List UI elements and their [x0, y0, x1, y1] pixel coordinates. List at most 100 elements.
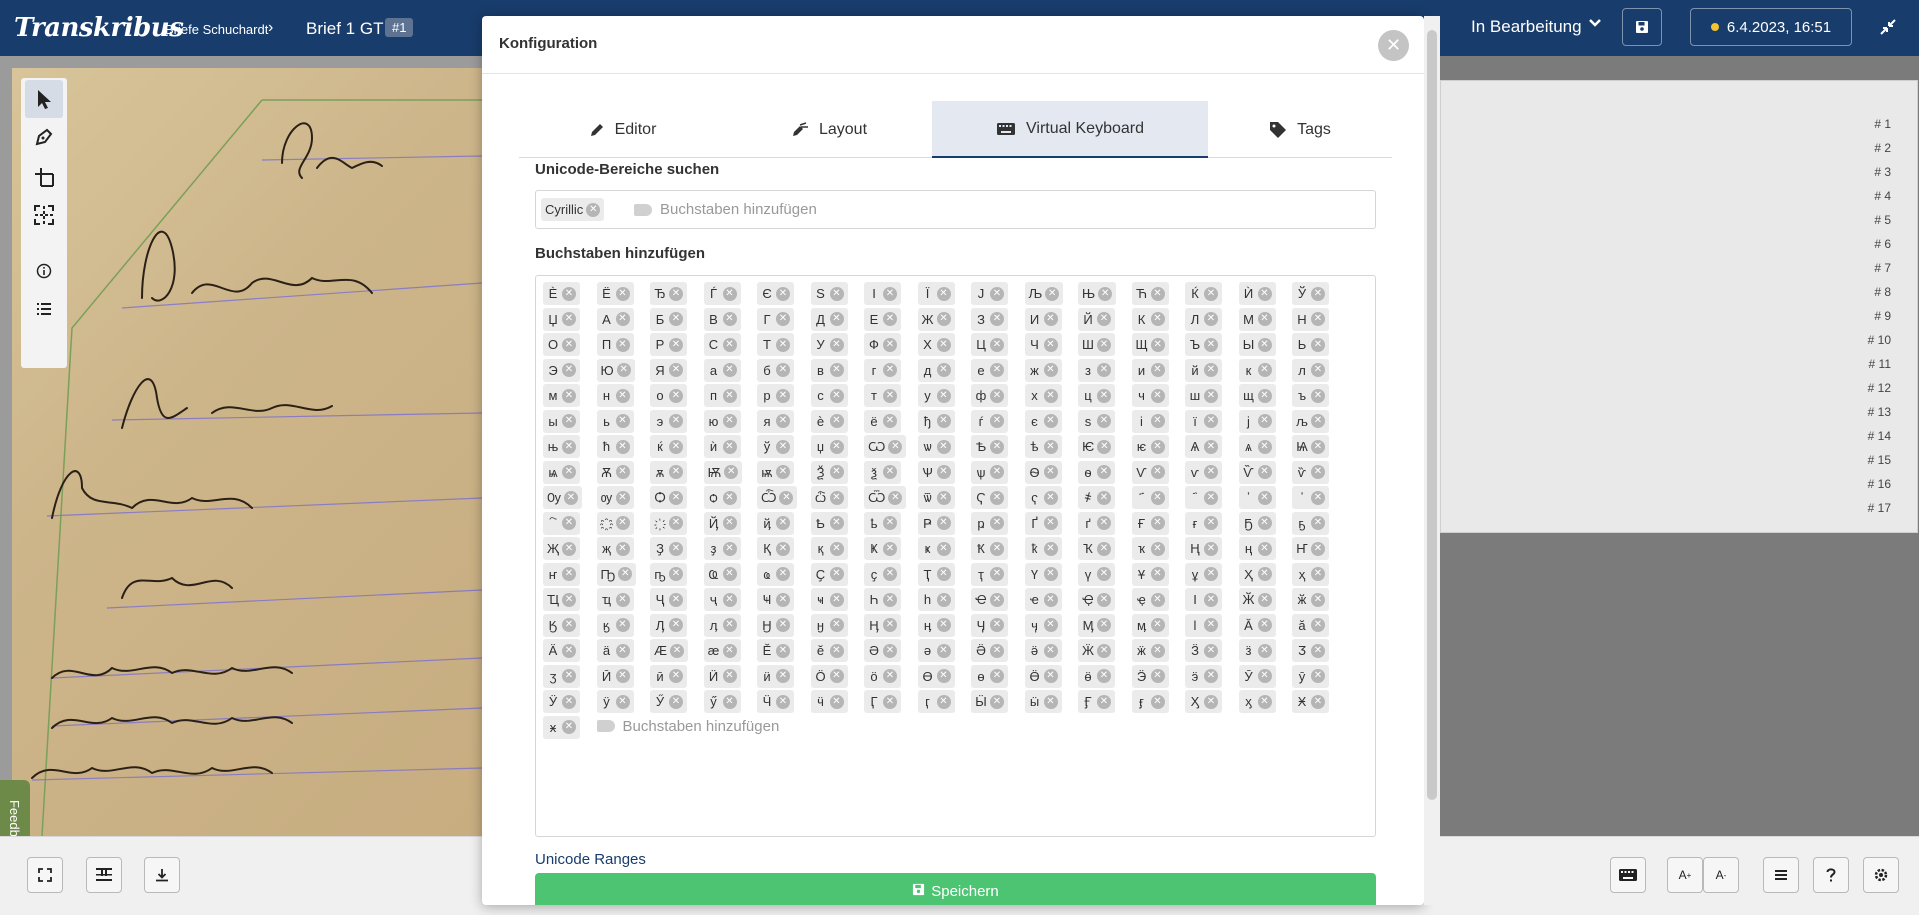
letter-chip[interactable]: ӽ ✕ — [1238, 690, 1276, 713]
chip-remove-icon[interactable]: ✕ — [990, 592, 1004, 607]
letter-chip[interactable]: п ✕ — [703, 384, 741, 407]
chip-remove-icon[interactable]: ✕ — [1311, 490, 1325, 505]
chip-remove-icon[interactable]: ✕ — [615, 541, 630, 556]
letter-chip[interactable]: ҟ ✕ — [1024, 537, 1062, 560]
letter-chip[interactable]: ҇✕ — [543, 511, 580, 535]
letter-chip[interactable]: в ✕ — [810, 358, 848, 382]
letters-chip-list[interactable]: Ѐ ✕ Ё ✕ Ђ ✕ Ѓ ✕ Є ✕ Ѕ ✕ І ✕ Ї ✕ Ј ✕ Љ ✕ Њ ✕ Ћ ✕ Ќ ✕ Ѝ ✕ Ў ✕ Џ ✕ А ✕ Б ✕ В ✕ Г ✕… — [535, 275, 1376, 837]
letter-chip[interactable]: Ӿ ✕ — [1292, 690, 1329, 713]
chip-remove-icon[interactable]: ✕ — [829, 312, 844, 326]
letter-chip[interactable]: Ӣ ✕ — [596, 664, 634, 688]
letter-chip[interactable]: ӑ ✕ — [1292, 613, 1329, 637]
letter-chip[interactable]: Ӱ ✕ — [543, 690, 580, 713]
chip-remove-icon[interactable]: ✕ — [615, 592, 630, 607]
letter-chip[interactable]: О ✕ — [543, 333, 580, 356]
chip-remove-icon[interactable]: ✕ — [829, 286, 844, 301]
letter-chip[interactable]: ў ✕ — [757, 435, 794, 458]
chip-remove-icon[interactable]: ✕ — [562, 439, 576, 454]
letter-chip[interactable]: ѳ ✕ — [1078, 460, 1115, 484]
chip-remove-icon[interactable]: ✕ — [936, 567, 951, 581]
letter-chip[interactable]: ҆✕ — [1292, 486, 1329, 509]
chip-remove-icon[interactable]: ✕ — [669, 669, 683, 683]
letter-chip[interactable]: Е ✕ — [864, 307, 901, 331]
chip-remove-icon[interactable]: ✕ — [1257, 516, 1272, 530]
chip-remove-icon[interactable]: ✕ — [829, 465, 844, 479]
chip-remove-icon[interactable]: ✕ — [829, 363, 844, 377]
chip-remove-icon[interactable]: ✕ — [1204, 439, 1218, 454]
letter-chip[interactable]: Ӓ ✕ — [543, 639, 580, 662]
chip-remove-icon[interactable]: ✕ — [776, 541, 790, 556]
letter-chip[interactable]: Ӯ ✕ — [1238, 664, 1276, 688]
letter-chip[interactable]: Б ✕ — [650, 307, 687, 331]
chip-remove-icon[interactable]: ✕ — [615, 669, 630, 683]
letter-chip[interactable]: Ѯ ✕ — [810, 460, 848, 484]
letter-chip[interactable]: Х ✕ — [917, 333, 955, 356]
split-tool-icon[interactable] — [25, 158, 63, 196]
line-number[interactable]: # 11 — [1869, 357, 1891, 371]
chip-remove-icon[interactable]: ✕ — [1257, 694, 1272, 709]
chip-remove-icon[interactable]: ✕ — [883, 643, 897, 658]
chip-remove-icon[interactable]: ✕ — [615, 490, 630, 505]
chip-remove-icon[interactable]: ✕ — [615, 516, 630, 530]
letter-chip[interactable]: ѵ ✕ — [1185, 460, 1222, 484]
chip-remove-icon[interactable]: ✕ — [990, 388, 1004, 403]
letter-chip[interactable]: ӡ ✕ — [543, 664, 580, 688]
chip-remove-icon[interactable]: ✕ — [776, 363, 790, 377]
chip-remove-icon[interactable]: ✕ — [1097, 337, 1111, 352]
letter-chip[interactable]: Ӆ ✕ — [650, 613, 687, 637]
letter-chip[interactable]: Ҝ ✕ — [864, 537, 901, 560]
chip-remove-icon[interactable]: ✕ — [883, 694, 897, 709]
letter-chip[interactable]: Ж ✕ — [917, 307, 955, 331]
letter-chip[interactable]: ѩ ✕ — [543, 460, 580, 484]
chip-remove-icon[interactable]: ✕ — [562, 694, 576, 709]
letter-chip[interactable]: ӕ ✕ — [703, 639, 741, 662]
letter-chip[interactable]: Ҭ ✕ — [917, 562, 955, 586]
letter-chip[interactable]: ҭ ✕ — [971, 562, 1008, 586]
chip-remove-icon[interactable]: ✕ — [669, 414, 683, 428]
chip-remove-icon[interactable]: ✕ — [1043, 618, 1058, 632]
chip-remove-icon[interactable]: ✕ — [990, 337, 1004, 352]
letter-chip[interactable]: Җ ✕ — [543, 537, 581, 560]
letter-chip[interactable]: ҩ ✕ — [757, 562, 794, 586]
letter-chip[interactable]: Ӳ ✕ — [650, 690, 687, 713]
unicode-ranges-link[interactable]: Unicode Ranges — [535, 851, 646, 868]
letter-chip[interactable]: Ы ✕ — [1238, 333, 1276, 356]
chip-remove-icon[interactable]: ✕ — [1257, 643, 1272, 658]
chip-remove-icon[interactable]: ✕ — [722, 388, 737, 403]
letter-chip[interactable]: Ӈ ✕ — [757, 613, 794, 637]
chip-remove-icon[interactable]: ✕ — [1097, 618, 1111, 632]
settings-gear-icon[interactable] — [1863, 857, 1899, 893]
chip-remove-icon[interactable]: ✕ — [1043, 643, 1058, 658]
letter-chip[interactable]: ӏ ✕ — [1185, 613, 1222, 637]
chip-remove-icon[interactable]: ✕ — [1150, 618, 1165, 632]
chip-remove-icon[interactable]: ✕ — [669, 465, 683, 479]
chip-remove-icon[interactable]: ✕ — [1097, 388, 1111, 403]
letter-chip[interactable]: ѯ ✕ — [864, 460, 901, 484]
line-number[interactable]: # 2 — [1874, 141, 1891, 155]
letter-chip[interactable]: Ч ✕ — [1024, 333, 1062, 356]
letter-chip[interactable]: Қ ✕ — [757, 537, 794, 560]
fullscreen-icon[interactable] — [27, 857, 63, 893]
chip-remove-icon[interactable]: ✕ — [936, 286, 951, 301]
letter-chip[interactable]: Ц ✕ — [971, 333, 1008, 356]
chip-remove-icon[interactable]: ✕ — [883, 618, 897, 632]
chip-remove-icon[interactable]: ✕ — [990, 490, 1004, 505]
letter-chip[interactable]: Ғ ✕ — [1131, 511, 1169, 535]
letter-chip[interactable]: ӣ ✕ — [650, 664, 687, 688]
chip-remove-icon[interactable]: ✕ — [562, 541, 577, 556]
letter-chip[interactable]: Д ✕ — [810, 307, 848, 331]
chip-remove-icon[interactable]: ✕ — [615, 286, 630, 301]
chip-remove-icon[interactable]: ✕ — [829, 669, 844, 683]
chip-remove-icon[interactable]: ✕ — [883, 669, 897, 683]
status-dropdown[interactable]: In Bearbeitung — [1471, 17, 1582, 37]
chip-remove-icon[interactable]: ✕ — [1204, 618, 1218, 632]
chip-remove-icon[interactable]: ✕ — [1204, 592, 1218, 607]
chip-remove-icon[interactable]: ✕ — [936, 541, 951, 556]
chip-remove-icon[interactable]: ✕ — [1150, 694, 1165, 709]
letter-chip[interactable]: ѿ ✕ — [917, 486, 955, 509]
chip-remove-icon[interactable]: ✕ — [1043, 567, 1058, 581]
letter-chip[interactable]: џ ✕ — [810, 435, 848, 458]
letter-chip[interactable]: Ҍ ✕ — [810, 511, 848, 535]
chip-remove-icon[interactable]: ✕ — [1150, 388, 1165, 403]
letter-chip[interactable]: б ✕ — [757, 358, 794, 382]
